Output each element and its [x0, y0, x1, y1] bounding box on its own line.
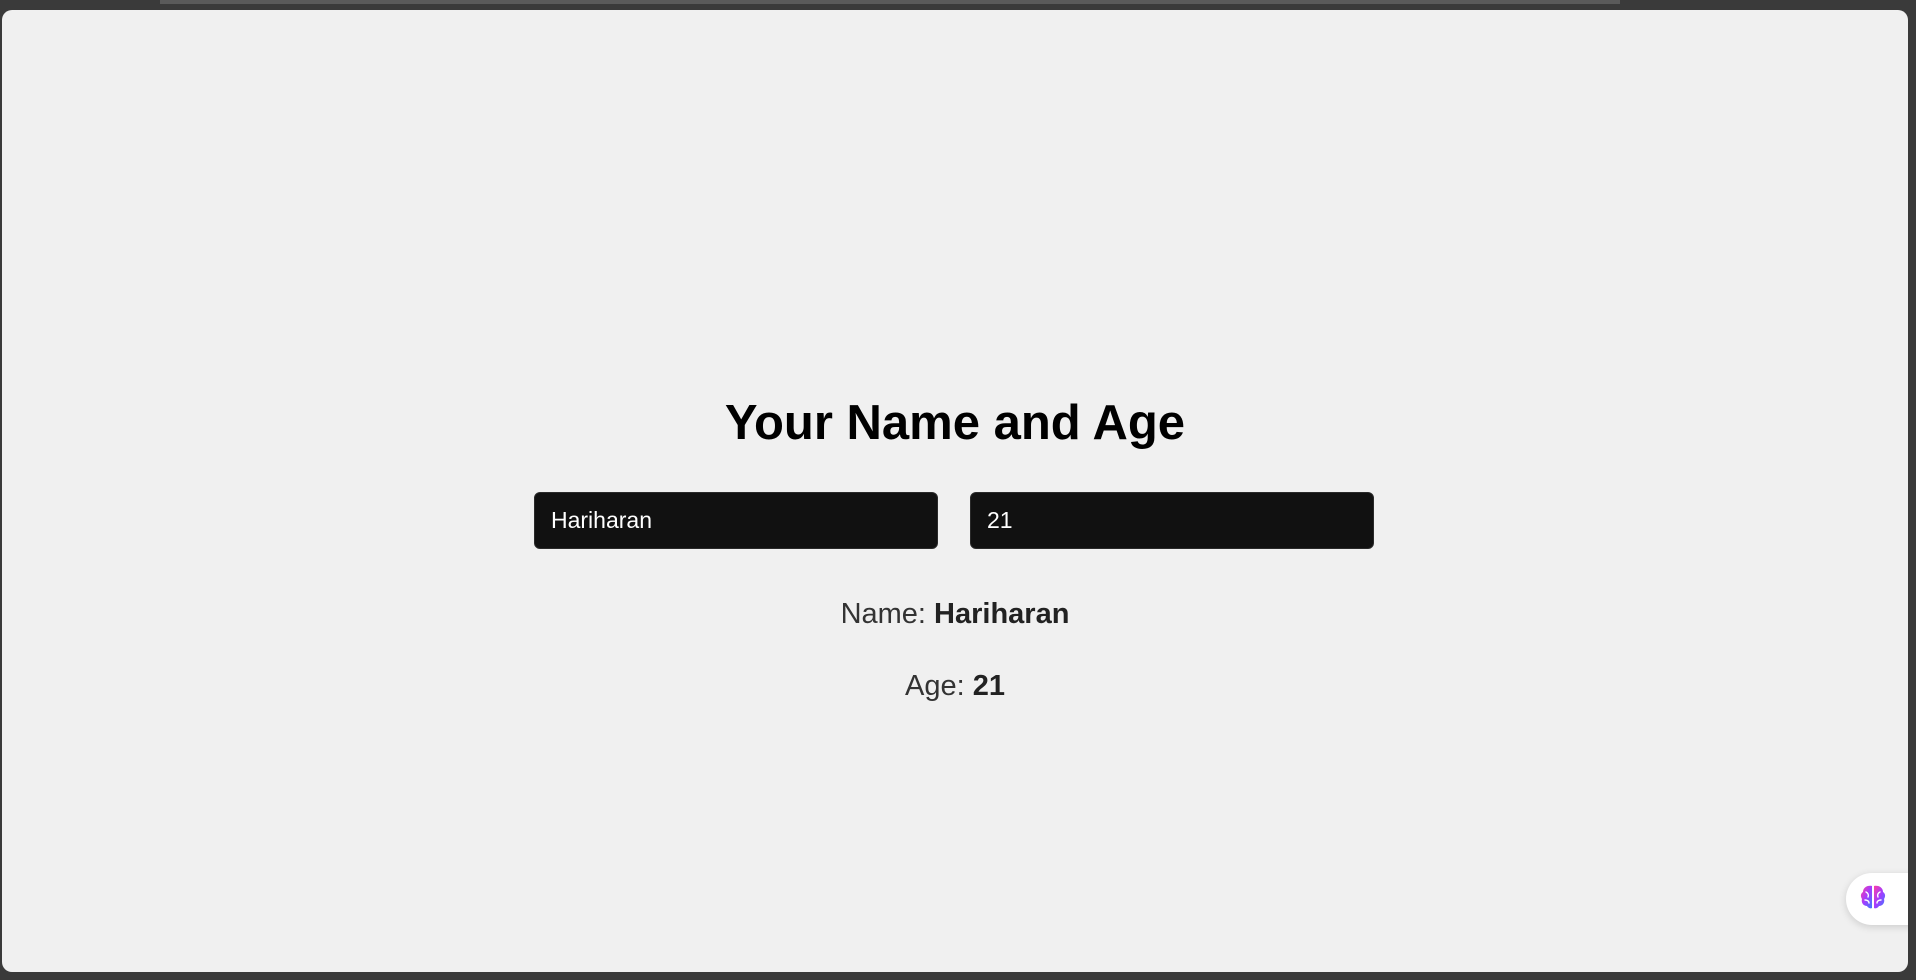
- browser-top-strip: [160, 0, 1620, 4]
- name-input[interactable]: [534, 492, 938, 549]
- age-display-value: 21: [972, 670, 1005, 702]
- name-display: Name: Hariharan: [2, 598, 1908, 631]
- extension-button[interactable]: [1846, 873, 1908, 925]
- page-title: Your Name and Age: [724, 396, 1186, 450]
- page-viewport: Your Name and Age Name: Hariharan Age: 2…: [2, 10, 1908, 972]
- age-display: Age: 21: [2, 670, 1908, 703]
- name-display-label: Name:: [840, 598, 935, 630]
- age-input[interactable]: [970, 492, 1374, 549]
- age-display-label: Age:: [905, 670, 973, 702]
- brain-icon: [1858, 882, 1888, 917]
- name-display-value: Hariharan: [934, 598, 1070, 630]
